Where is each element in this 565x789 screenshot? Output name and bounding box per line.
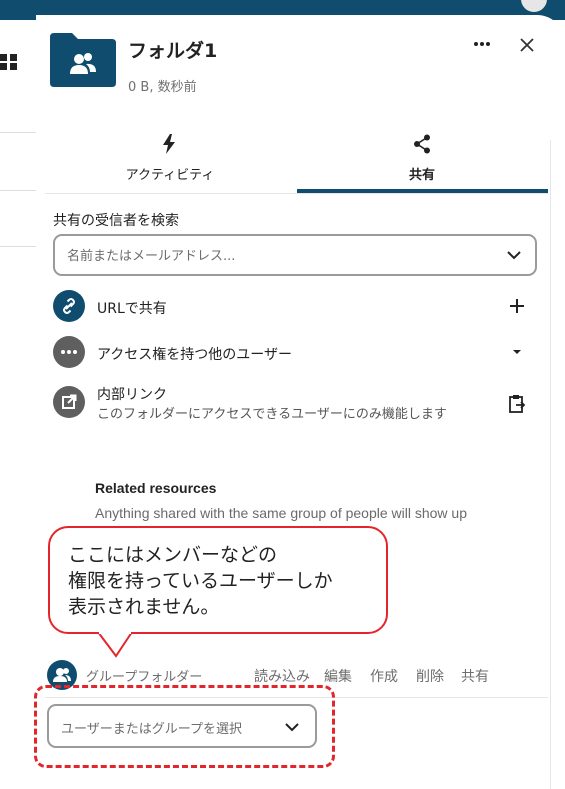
divider [0,132,36,133]
annotation-text: ここにはメンバーなどの 権限を持っているユーザーしか 表示されません。 [68,544,333,618]
chevron-down-icon[interactable] [505,246,523,264]
link-icon [53,290,85,322]
permission-share[interactable]: 共有 [461,666,489,686]
user-avatar[interactable] [521,0,547,12]
sharee-search-field[interactable] [53,234,537,276]
callout-pointer [97,632,133,658]
tab-label: アクティビティ [125,168,215,183]
group-folder-label: グループフォルダー [86,670,203,685]
internal-link-title: 内部リンク [97,387,167,403]
file-list-edge [0,20,37,789]
permission-read[interactable]: 読み込み [254,666,310,686]
group-folder-icon [50,33,116,87]
caret-down-icon[interactable] [505,340,529,364]
more-horizontal-icon[interactable] [471,34,493,54]
internal-link-description: このフォルダーにアクセスできるユーザーにのみ機能します [97,407,447,422]
clipboard-icon[interactable] [505,392,529,416]
sharee-search-input[interactable] [65,244,489,268]
permission-create[interactable]: 作成 [370,666,398,686]
page-title: フォルダ1 [128,40,218,62]
share-icon [414,134,430,154]
plus-icon[interactable] [505,294,529,318]
divider [0,246,36,247]
annotation-callout: ここにはメンバーなどの 権限を持っているユーザーしか 表示されません。 [48,526,388,634]
highlight-frame [34,685,335,768]
related-resources-description: Anything shared with the same group of p… [95,505,467,521]
others-with-access-label[interactable]: アクセス権を持つ他のユーザー [97,344,292,364]
file-meta: 0 B, 数秒前 [128,80,197,95]
divider [45,193,548,194]
close-icon[interactable] [516,34,538,56]
search-label: 共有の受信者を検索 [53,213,179,229]
tab-share[interactable]: 共有 [297,128,547,190]
permission-edit[interactable]: 編集 [324,666,352,686]
tab-label: 共有 [408,168,435,183]
more-horizontal-icon [53,336,85,368]
lightning-icon [163,134,175,154]
divider [550,140,551,789]
share-url-label[interactable]: URLで共有 [97,298,167,318]
related-resources-title: Related resources [95,480,217,496]
grid-view-icon[interactable] [0,54,18,70]
permission-delete[interactable]: 削除 [416,666,444,686]
external-link-icon [53,386,85,418]
tab-activity[interactable]: アクティビティ [45,128,295,190]
divider [0,190,36,191]
